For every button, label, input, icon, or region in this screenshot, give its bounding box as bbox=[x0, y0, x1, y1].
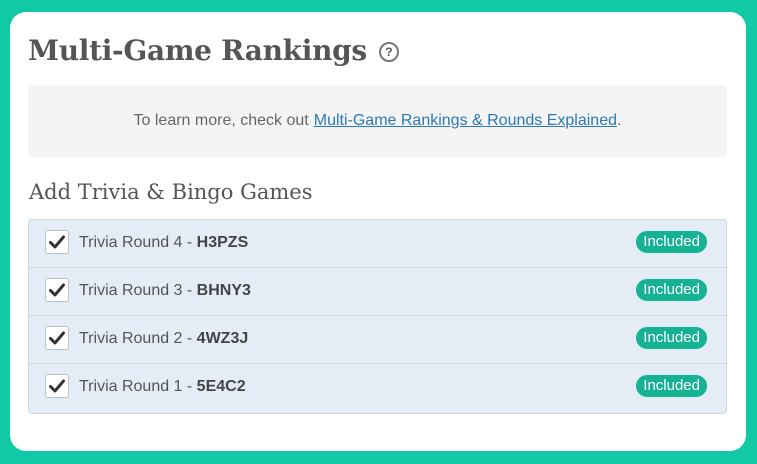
info-box: To learn more, check out Multi-Game Rank… bbox=[28, 85, 727, 157]
info-suffix: . bbox=[617, 112, 622, 129]
included-badge: Included bbox=[636, 231, 707, 253]
game-code: 4WZ3J bbox=[196, 330, 249, 347]
info-text: To learn more, check out bbox=[133, 112, 309, 129]
game-name: Trivia Round 2 - bbox=[79, 330, 197, 347]
included-badge: Included bbox=[636, 375, 707, 397]
included-badge: Included bbox=[636, 279, 707, 301]
rankings-card: Multi-Game Rankings ? To learn more, che… bbox=[10, 12, 746, 451]
game-code: BHNY3 bbox=[196, 282, 251, 299]
game-row[interactable]: Trivia Round 4 - H3PZS Included bbox=[29, 220, 726, 268]
page-title: Multi-Game Rankings bbox=[28, 33, 367, 67]
game-row[interactable]: Trivia Round 1 - 5E4C2 Included bbox=[29, 364, 726, 412]
checkmark-icon bbox=[49, 379, 65, 393]
checkmark-icon bbox=[49, 235, 65, 249]
game-code: 5E4C2 bbox=[196, 378, 246, 395]
checkmark-icon bbox=[49, 283, 65, 297]
game-label: Trivia Round 2 - 4WZ3J bbox=[79, 330, 248, 348]
game-row[interactable]: Trivia Round 2 - 4WZ3J Included bbox=[29, 316, 726, 364]
game-name: Trivia Round 3 - bbox=[79, 282, 197, 299]
included-badge: Included bbox=[636, 327, 707, 349]
game-checkbox[interactable] bbox=[45, 374, 69, 398]
game-code: H3PZS bbox=[196, 234, 249, 251]
game-label: Trivia Round 4 - H3PZS bbox=[79, 234, 248, 252]
game-checkbox[interactable] bbox=[45, 278, 69, 302]
title-row: Multi-Game Rankings ? bbox=[28, 30, 399, 70]
game-label: Trivia Round 1 - 5E4C2 bbox=[79, 378, 246, 396]
section-title: Add Trivia & Bingo Games bbox=[29, 180, 313, 204]
rankings-explained-link[interactable]: Multi-Game Rankings & Rounds Explained bbox=[314, 112, 617, 130]
game-row[interactable]: Trivia Round 3 - BHNY3 Included bbox=[29, 268, 726, 316]
game-name: Trivia Round 4 - bbox=[79, 234, 197, 251]
game-label: Trivia Round 3 - BHNY3 bbox=[79, 282, 251, 300]
game-name: Trivia Round 1 - bbox=[79, 378, 197, 395]
game-checkbox[interactable] bbox=[45, 230, 69, 254]
checkmark-icon bbox=[49, 331, 65, 345]
game-checkbox[interactable] bbox=[45, 326, 69, 350]
question-mark-icon[interactable]: ? bbox=[378, 42, 399, 62]
games-list: Trivia Round 4 - H3PZS Included Trivia R… bbox=[28, 219, 727, 414]
